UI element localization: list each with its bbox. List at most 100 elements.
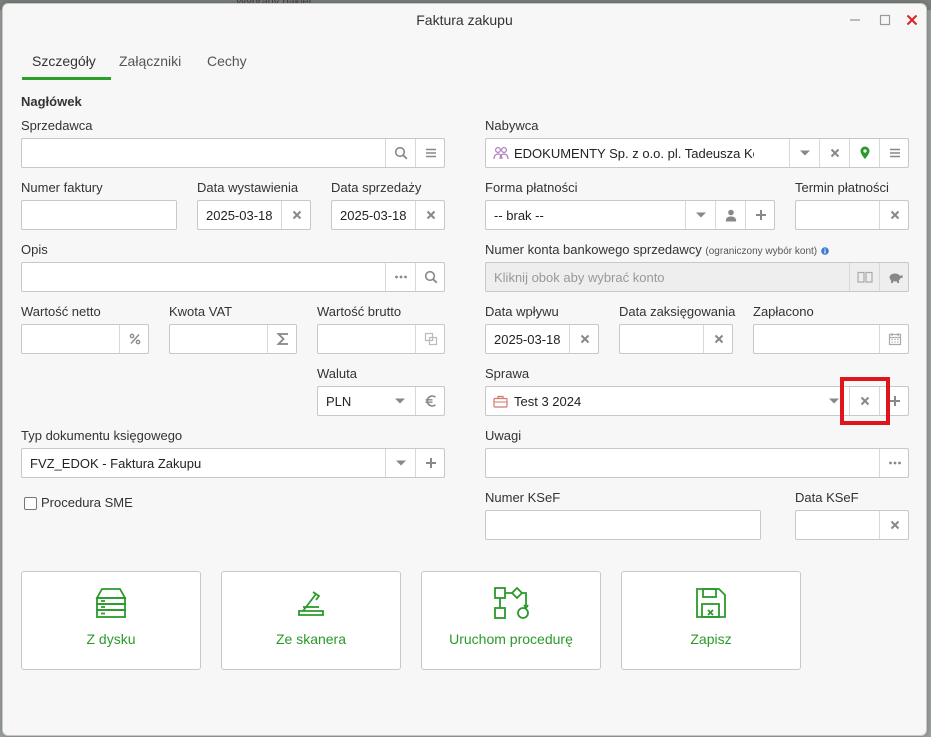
payment-term-field[interactable]: [795, 200, 909, 230]
gross-value-field[interactable]: [317, 324, 445, 354]
net-value-label: Wartość netto: [21, 304, 101, 319]
company-icon: [493, 146, 509, 163]
piggy-bank-icon: [889, 273, 902, 283]
maximize-button[interactable]: [875, 10, 895, 30]
buyer-label: Nabywca: [485, 118, 539, 133]
sale-date-clear-button[interactable]: [415, 201, 445, 229]
receipt-date-value: 2025-03-18: [494, 332, 561, 347]
ellipsis-icon: [394, 275, 407, 279]
payment-form-select[interactable]: -- brak --: [485, 200, 775, 230]
buyer-location-button[interactable]: [849, 139, 879, 167]
accounting-doc-type-label: Typ dokumentu księgowego: [21, 428, 183, 443]
receipt-date-field[interactable]: 2025-03-18: [485, 324, 599, 354]
ksef-date-label: Data KSeF: [795, 490, 859, 505]
ksef-date-clear-button[interactable]: [879, 511, 909, 539]
clear-icon: [426, 210, 435, 220]
bank-account-book-button[interactable]: [849, 263, 879, 291]
gross-value-label: Wartość brutto: [317, 304, 402, 319]
buyer-clear-button[interactable]: [819, 139, 849, 167]
paid-calendar-button[interactable]: [879, 325, 909, 353]
sigma-icon: [275, 333, 288, 345]
payment-form-add-button[interactable]: [745, 201, 775, 229]
from-scanner-button[interactable]: Ze skanera: [221, 571, 401, 670]
currency-rate-button[interactable]: [415, 387, 445, 415]
bank-account-piggy-button[interactable]: [879, 263, 909, 291]
posting-date-clear-button[interactable]: [703, 325, 733, 353]
tab-features[interactable]: Cechy: [207, 50, 247, 80]
chevron-down-icon: [829, 398, 839, 404]
sme-procedure-checkbox[interactable]: [24, 497, 37, 510]
clear-icon: [890, 210, 899, 220]
ksef-number-field[interactable]: [485, 510, 761, 540]
currency-dropdown-button[interactable]: [385, 387, 415, 415]
payment-term-label: Termin płatności: [795, 180, 889, 195]
gross-calc-button[interactable]: [415, 325, 445, 353]
payment-term-clear-button[interactable]: [879, 201, 909, 229]
issue-date-clear-button[interactable]: [281, 201, 311, 229]
window-title: Faktura zakupu: [416, 12, 513, 28]
scanner-icon: [222, 586, 400, 620]
issue-date-field[interactable]: 2025-03-18: [197, 200, 311, 230]
buyer-field[interactable]: EDOKUMENTY Sp. z o.o. pl. Tadeusza Kości…: [485, 138, 909, 168]
buyer-value: EDOKUMENTY Sp. z o.o. pl. Tadeusza Kości…: [514, 146, 754, 161]
net-value-field[interactable]: [21, 324, 149, 354]
payment-form-dropdown-button[interactable]: [685, 201, 715, 229]
invoice-number-field[interactable]: [21, 200, 177, 230]
briefcase-icon: [493, 395, 508, 411]
remarks-more-button[interactable]: [879, 449, 909, 477]
posting-date-field[interactable]: [619, 324, 733, 354]
search-icon: [394, 146, 407, 160]
minimize-button[interactable]: [845, 10, 865, 30]
buyer-menu-button[interactable]: [879, 139, 909, 167]
invoice-number-label: Numer faktury: [21, 180, 103, 195]
chevron-down-icon: [395, 460, 406, 466]
seller-menu-button[interactable]: [415, 139, 445, 167]
seller-label: Sprzedawca: [21, 118, 93, 133]
person-icon: [725, 209, 736, 221]
accounting-doc-type-value: FVZ_EDOK - Faktura Zakupu: [30, 456, 202, 471]
save-label: Zapisz: [690, 631, 732, 647]
plus-icon: [755, 210, 766, 220]
buyer-dropdown-button[interactable]: [789, 139, 819, 167]
run-procedure-button[interactable]: Uruchom procedurę: [421, 571, 601, 670]
hamburger-icon: [889, 148, 900, 158]
vat-sum-button[interactable]: [267, 325, 297, 353]
chevron-down-icon: [695, 212, 706, 218]
description-field[interactable]: [21, 262, 445, 292]
clear-icon: [830, 148, 839, 158]
accounting-doc-type-dropdown-button[interactable]: [385, 449, 415, 477]
payment-form-person-button[interactable]: [715, 201, 745, 229]
clear-icon: [580, 334, 589, 344]
from-disk-button[interactable]: Z dysku: [21, 571, 201, 670]
chevron-down-icon: [799, 150, 810, 156]
remarks-field[interactable]: [485, 448, 909, 478]
vat-amount-field[interactable]: [169, 324, 297, 354]
description-search-button[interactable]: [415, 263, 445, 291]
active-tab-indicator: [22, 77, 111, 80]
bank-account-field[interactable]: Kliknij obok aby wybrać konto: [485, 262, 909, 292]
bank-account-note: (ograniczony wybór kont): [705, 246, 818, 257]
plus-icon: [425, 458, 436, 468]
currency-select[interactable]: PLN: [317, 386, 445, 416]
issue-date-label: Data wystawienia: [197, 180, 299, 195]
save-button[interactable]: Zapisz: [621, 571, 801, 670]
seller-field[interactable]: [21, 138, 445, 168]
info-icon: [820, 243, 829, 258]
euro-icon: [425, 395, 436, 407]
invoice-dialog: Faktura zakupu Szczegóły Załączniki Cech…: [2, 3, 927, 736]
remarks-label: Uwagi: [485, 428, 522, 443]
search-icon: [424, 270, 437, 284]
tab-attachments[interactable]: Załączniki: [119, 50, 181, 80]
description-more-button[interactable]: [385, 263, 415, 291]
accounting-doc-type-add-button[interactable]: [415, 449, 445, 477]
accounting-doc-type-select[interactable]: FVZ_EDOK - Faktura Zakupu: [21, 448, 445, 478]
paid-field[interactable]: [753, 324, 909, 354]
bank-account-label: Numer konta bankowego sprzedawcy (ograni…: [485, 242, 829, 258]
ksef-date-field[interactable]: [795, 510, 909, 540]
tab-details[interactable]: Szczegóły: [32, 50, 96, 80]
seller-search-button[interactable]: [385, 139, 415, 167]
close-button[interactable]: [902, 10, 922, 30]
net-percent-button[interactable]: [119, 325, 149, 353]
receipt-date-clear-button[interactable]: [569, 325, 599, 353]
sale-date-field[interactable]: 2025-03-18: [331, 200, 445, 230]
